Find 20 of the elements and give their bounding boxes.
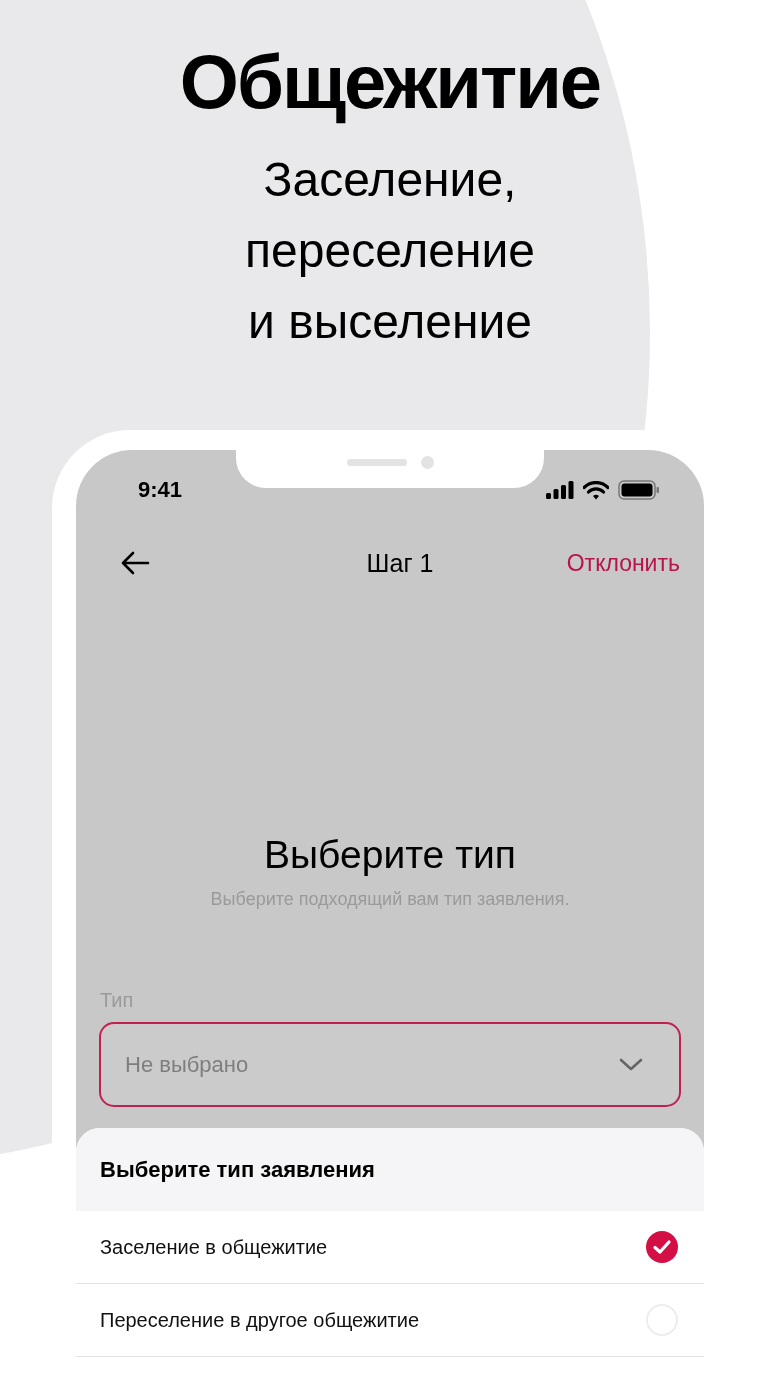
option-row[interactable]: Переселение в другое общежитие: [76, 1284, 704, 1357]
signal-icon: [546, 481, 574, 499]
camera-icon: [420, 455, 434, 469]
battery-icon: [618, 480, 660, 500]
step-heading: Выберите тип: [263, 832, 517, 878]
option-row[interactable]: Заселение в общежитие: [76, 1211, 704, 1284]
back-button[interactable]: [120, 551, 150, 575]
wifi-icon: [583, 480, 609, 500]
promo-title: Общежитие: [179, 38, 601, 126]
sheet-title: Выберите тип заявления: [100, 1156, 375, 1183]
speaker-icon: [346, 458, 407, 466]
decline-button[interactable]: Отклонить: [566, 549, 680, 577]
option-label: Заселение в общежитие: [100, 1235, 328, 1259]
step-title: Шаг 1: [366, 548, 434, 578]
promo-subtitle: Заселение,: [263, 152, 517, 208]
promo-subtitle: переселение: [245, 223, 535, 279]
promo-subtitle: и выселение: [248, 294, 532, 350]
status-time: 9:41: [138, 476, 183, 503]
chevron-down-icon: [619, 1057, 643, 1072]
option-label: Переселение в другое общежитие: [100, 1308, 419, 1332]
